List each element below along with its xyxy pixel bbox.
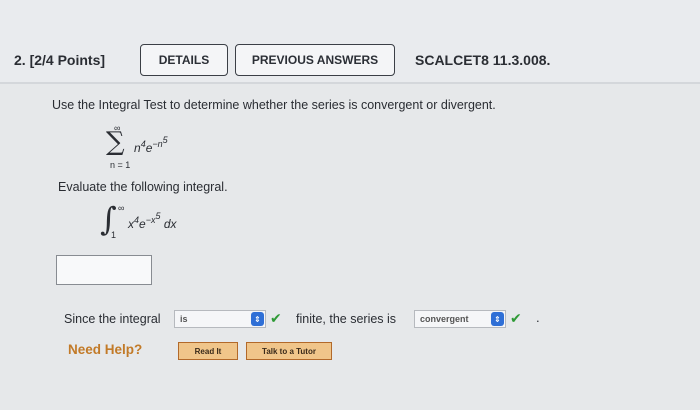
series-term: n4e−n5 (134, 135, 168, 155)
sigma-symbol: ∑ (106, 127, 125, 157)
updown-arrow-icon: ⇕ (491, 312, 504, 326)
previous-answers-button[interactable]: PREVIOUS ANSWERS (235, 44, 395, 76)
updown-arrow-icon: ⇕ (251, 312, 264, 326)
since-label: Since the integral (64, 312, 161, 326)
evaluate-label: Evaluate the following integral. (58, 180, 228, 194)
question-number: 2. [2/4 Points] (14, 52, 106, 68)
problem-code: SCALCET8 11.3.008. (415, 52, 551, 68)
series-term-exp2-sup: 5 (162, 135, 168, 145)
finite-label: finite, the series is (296, 312, 397, 326)
question-content: Use the Integral Test to determine wheth… (0, 84, 700, 410)
convergence-select[interactable]: convergent ⇕ (414, 310, 506, 328)
talk-to-tutor-button[interactable]: Talk to a Tutor (246, 342, 332, 360)
checkmark-icon: ✔ (510, 310, 522, 326)
sentence-period: . (536, 310, 540, 325)
integral-term-exp2: −x (145, 215, 156, 225)
integral-answer-input[interactable] (56, 255, 152, 285)
need-help-label: Need Help? (68, 342, 143, 357)
problem-prompt: Use the Integral Test to determine wheth… (52, 98, 496, 112)
integral-upper-limit: ∞ (118, 203, 125, 213)
integral-term: x4e−x5 dx (128, 211, 177, 231)
integral-lower-limit: 1 (111, 230, 117, 240)
finiteness-select-value: is (180, 314, 188, 324)
checkmark-icon: ✔ (270, 310, 282, 326)
integral-dx: dx (163, 217, 177, 231)
convergence-select-value: convergent (420, 314, 469, 324)
read-it-button[interactable]: Read It (178, 342, 238, 360)
series-term-exp2: −n (152, 139, 163, 149)
integral-term-exp2-sup: 5 (155, 211, 161, 221)
series-term-base1: n (134, 141, 141, 155)
finiteness-select[interactable]: is ⇕ (174, 310, 266, 328)
details-button[interactable]: DETAILS (140, 44, 228, 76)
series-lower-limit: n = 1 (110, 160, 131, 170)
integral-term-base2: e (139, 217, 146, 231)
question-header: 2. [2/4 Points] DETAILS PREVIOUS ANSWERS… (0, 0, 700, 84)
